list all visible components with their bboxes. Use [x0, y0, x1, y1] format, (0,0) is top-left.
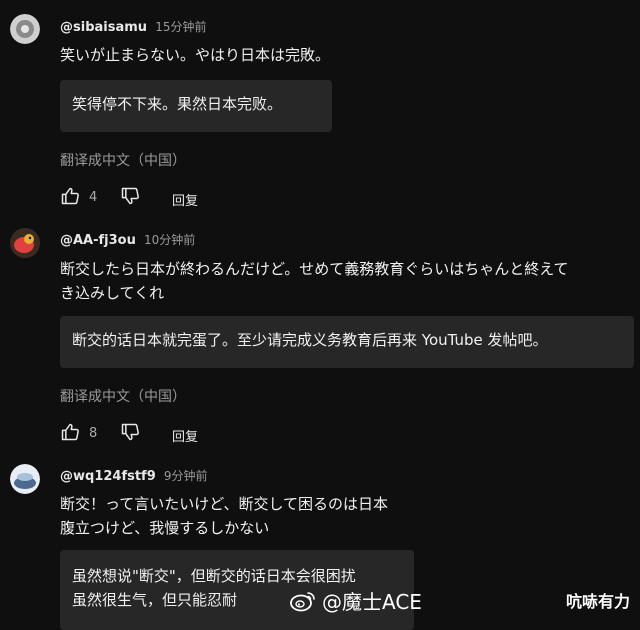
timestamp[interactable]: 10分钟前	[144, 233, 195, 247]
reply-button[interactable]: 回复	[172, 426, 198, 445]
watermark: @魔士ACE	[290, 586, 422, 615]
translated-line: 断交的话日本就完蛋了。至少请完成义务教育后再来 YouTube 发帖吧。	[72, 331, 548, 349]
brand-label: 吭哧有力	[565, 592, 630, 611]
dislike-button[interactable]	[120, 186, 140, 206]
profile-avatar-icon	[10, 464, 40, 494]
comment-line: き込みしてくれ	[60, 284, 165, 302]
comment-actions: 4 回复	[60, 186, 260, 210]
profile-avatar-icon	[10, 228, 40, 258]
dislike-button[interactable]	[120, 422, 140, 442]
weibo-icon	[290, 591, 315, 611]
thumbs-up-icon	[61, 423, 79, 441]
comment-text: 断交！って言いたいけど、断交して困るのは日本 腹立つけど、我慢するしかない	[60, 492, 388, 540]
translate-link[interactable]: 翻译成中文（中国）	[60, 386, 186, 406]
comment-line: 笑いが止まらない。やはり日本は完敗。	[60, 46, 331, 64]
comment-header: @sibaisamu 15分钟前	[60, 18, 206, 35]
reply-button[interactable]: 回复	[172, 190, 198, 209]
translate-link[interactable]: 翻译成中文（中国）	[60, 150, 186, 170]
comment-line: 断交したら日本が終わるんだけど。せめて義務教育ぐらいはちゃんと終えて	[60, 260, 569, 278]
profile-avatar-icon	[10, 14, 40, 44]
timestamp[interactable]: 9分钟前	[164, 469, 208, 483]
like-count: 8	[89, 426, 98, 441]
avatar[interactable]	[10, 14, 40, 44]
comment-line: 腹立つけど、我慢するしかない	[60, 519, 270, 537]
translated-text-box: 笑得停不下来。果然日本完败。	[60, 80, 332, 132]
comment-header: @AA-fj3ou 10分钟前	[60, 231, 195, 248]
thumbs-down-icon	[121, 187, 139, 205]
translated-text-box: 断交的话日本就完蛋了。至少请完成义务教育后再来 YouTube 发帖吧。	[60, 316, 634, 368]
translated-line: 笑得停不下来。果然日本完败。	[72, 95, 283, 113]
comment-text: 断交したら日本が終わるんだけど。せめて義務教育ぐらいはちゃんと終えて き込みして…	[60, 257, 569, 305]
avatar[interactable]	[10, 228, 40, 258]
author-handle[interactable]: @wq124fstf9	[60, 469, 156, 484]
thumbs-down-icon	[121, 423, 139, 441]
avatar[interactable]	[10, 464, 40, 494]
thumbs-up-icon	[61, 187, 79, 205]
timestamp[interactable]: 15分钟前	[155, 20, 206, 34]
author-handle[interactable]: @AA-fj3ou	[60, 233, 136, 248]
comment-line: 断交！って言いたいけど、断交して困るのは日本	[60, 495, 389, 513]
comment-header: @wq124fstf9 9分钟前	[60, 467, 208, 484]
translated-line: 虽然想说"断交"，但断交的话日本会很困扰	[72, 567, 356, 585]
like-button[interactable]	[60, 186, 80, 206]
watermark-text: @魔士ACE	[322, 590, 422, 614]
author-handle[interactable]: @sibaisamu	[60, 20, 147, 35]
comment-text: 笑いが止まらない。やはり日本は完敗。	[60, 43, 330, 67]
like-button[interactable]	[60, 422, 80, 442]
like-count: 4	[89, 190, 98, 205]
comment-actions: 8 回复	[60, 422, 260, 446]
